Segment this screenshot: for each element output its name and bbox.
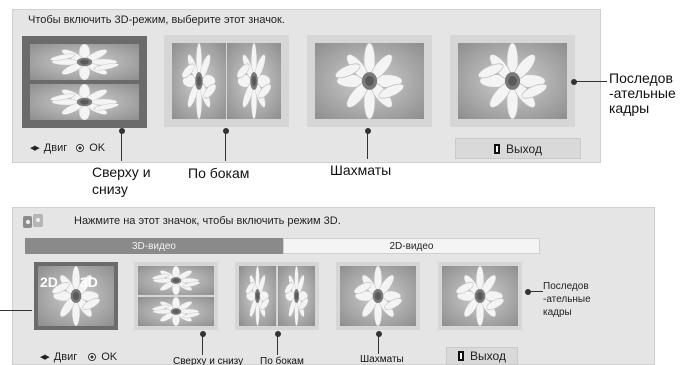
callout-bottom-frame-seq-line1: Последов bbox=[543, 281, 589, 292]
callout-dot bbox=[119, 128, 125, 134]
ok-label: OK bbox=[101, 351, 118, 363]
callout-line bbox=[225, 131, 226, 161]
callout-frame-seq-line2: -ательные bbox=[609, 85, 676, 101]
callout-dot bbox=[223, 128, 229, 134]
callout-bottom-frame-seq-line2: -ательные bbox=[543, 294, 591, 305]
flower-thumbnail bbox=[30, 84, 139, 120]
callout-bottom-checkerboard: Шахматы bbox=[360, 354, 404, 365]
bottom-thumb-side-by-side[interactable] bbox=[235, 262, 319, 330]
move-label: Двиг bbox=[43, 142, 68, 154]
bottom-thumb-2d-3d[interactable]: 2D 3D bbox=[34, 262, 118, 330]
top-nav-hint: ◀▶ Двиг OK bbox=[30, 142, 105, 154]
callout-bottom-top-bottom: Сверху и снизу bbox=[173, 356, 244, 365]
callout-line bbox=[277, 334, 278, 355]
ok-label: OK bbox=[89, 142, 106, 154]
top-instruction: Чтобы включить 3D-режим, выберите этот з… bbox=[28, 14, 285, 26]
arrows-icon: ◀▶ bbox=[30, 145, 40, 152]
callout-line bbox=[575, 81, 607, 82]
top-thumb-top-bottom[interactable] bbox=[22, 36, 147, 128]
top-exit-button[interactable]: Выход bbox=[455, 138, 581, 159]
top-thumb-frame-sequential[interactable] bbox=[450, 35, 575, 127]
bottom-thumb-top-bottom[interactable] bbox=[134, 262, 218, 330]
move-label: Двиг bbox=[53, 351, 78, 363]
top-thumb-checkerboard[interactable] bbox=[307, 35, 432, 127]
ok-icon bbox=[88, 353, 97, 361]
bottom-thumb-frame-sequential[interactable] bbox=[438, 262, 522, 330]
flower-thumbnail bbox=[340, 266, 416, 326]
tab-2d-video[interactable]: 2D-видео bbox=[283, 238, 540, 254]
flower-thumbnail bbox=[442, 266, 518, 326]
flower-thumbnail bbox=[30, 44, 139, 80]
bottom-nav-hint: ◀▶ Двиг OK bbox=[40, 351, 117, 363]
bottom-exit-button[interactable]: Выход bbox=[446, 347, 518, 365]
callout-frame-seq-line1: Последов bbox=[609, 70, 673, 86]
exit-icon bbox=[494, 143, 501, 154]
exit-icon bbox=[458, 351, 465, 361]
flower-thumbnail bbox=[315, 43, 424, 119]
tab-3d-video[interactable]: 3D-видео bbox=[25, 238, 283, 254]
callout-line bbox=[0, 310, 32, 311]
flower-thumbnail bbox=[278, 266, 315, 326]
callout-line bbox=[202, 334, 203, 355]
exit-label: Выход bbox=[470, 349, 506, 363]
callout-side-by-side: По бокам bbox=[188, 165, 250, 181]
callout-top-bottom-line1: Сверху и bbox=[92, 164, 151, 180]
tab-bar: 3D-видео 2D-видео bbox=[25, 238, 540, 254]
arrows-icon: ◀▶ bbox=[40, 354, 50, 361]
callout-checkerboard: Шахматы bbox=[330, 162, 392, 178]
flower-thumbnail bbox=[138, 297, 214, 326]
callout-dot bbox=[525, 289, 531, 295]
bottom-thumb-checkerboard[interactable] bbox=[336, 262, 420, 330]
ok-icon bbox=[76, 144, 85, 152]
callout-top-bottom-line2: снизу bbox=[92, 181, 128, 197]
flower-thumbnail bbox=[172, 43, 226, 119]
callout-dot bbox=[275, 331, 281, 337]
bottom-instruction: Нажмите на этот значок, чтобы включить р… bbox=[74, 215, 341, 227]
exit-label: Выход bbox=[506, 141, 542, 156]
flower-thumbnail bbox=[458, 43, 567, 119]
flower-thumbnail bbox=[227, 43, 281, 119]
callout-line bbox=[529, 291, 543, 292]
callout-line bbox=[378, 334, 379, 354]
callout-dot bbox=[200, 331, 206, 337]
callout-line bbox=[367, 131, 368, 159]
top-thumb-side-by-side[interactable] bbox=[164, 35, 289, 127]
3d-mode-icon bbox=[23, 214, 43, 228]
flower-thumbnail bbox=[138, 266, 214, 295]
badge-3d: 3D bbox=[80, 274, 98, 290]
callout-bottom-frame-seq-line3: кадры bbox=[543, 307, 572, 318]
callout-line bbox=[121, 131, 122, 161]
callout-dot bbox=[376, 331, 382, 337]
badge-2d: 2D bbox=[40, 274, 58, 290]
callout-frame-seq-line3: кадры bbox=[609, 100, 650, 116]
callout-dot bbox=[365, 128, 371, 134]
callout-dot bbox=[571, 79, 577, 85]
callout-bottom-side-by-side: По бокам bbox=[260, 356, 304, 365]
flower-thumbnail bbox=[239, 266, 276, 326]
